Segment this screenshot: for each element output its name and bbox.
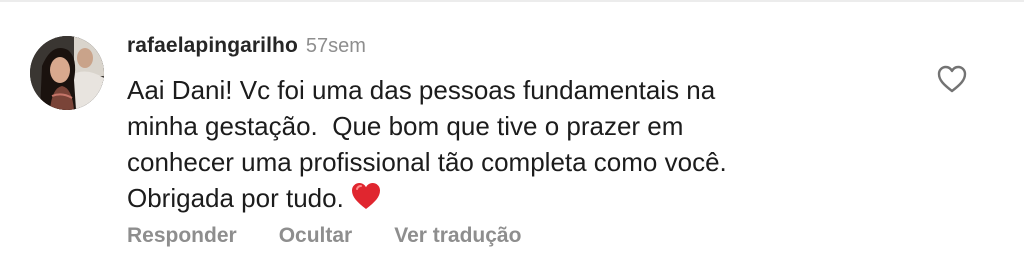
avatar-image [30, 36, 104, 110]
red-heart-icon [351, 183, 380, 209]
comment-content: rafaelapingarilho 57sem Aai Dani! Vc foi… [127, 34, 917, 216]
reply-button[interactable]: Responder [127, 224, 237, 248]
comment-body: Aai Dani! Vc foi uma das pessoas fundame… [127, 75, 727, 213]
avatar[interactable] [30, 36, 104, 110]
heart-outline-icon[interactable] [936, 64, 968, 94]
comment-meta: rafaelapingarilho 57sem [127, 34, 917, 64]
comment-item: rafaelapingarilho 57sem Aai Dani! Vc foi… [0, 0, 1024, 266]
username-link[interactable]: rafaelapingarilho [127, 34, 298, 58]
comment-actions: Responder Ocultar Ver tradução [127, 224, 521, 248]
translate-button[interactable]: Ver tradução [394, 224, 521, 248]
comment-text: Aai Dani! Vc foi uma das pessoas fundame… [127, 72, 887, 216]
hide-button[interactable]: Ocultar [279, 224, 353, 248]
timestamp[interactable]: 57sem [306, 35, 366, 58]
